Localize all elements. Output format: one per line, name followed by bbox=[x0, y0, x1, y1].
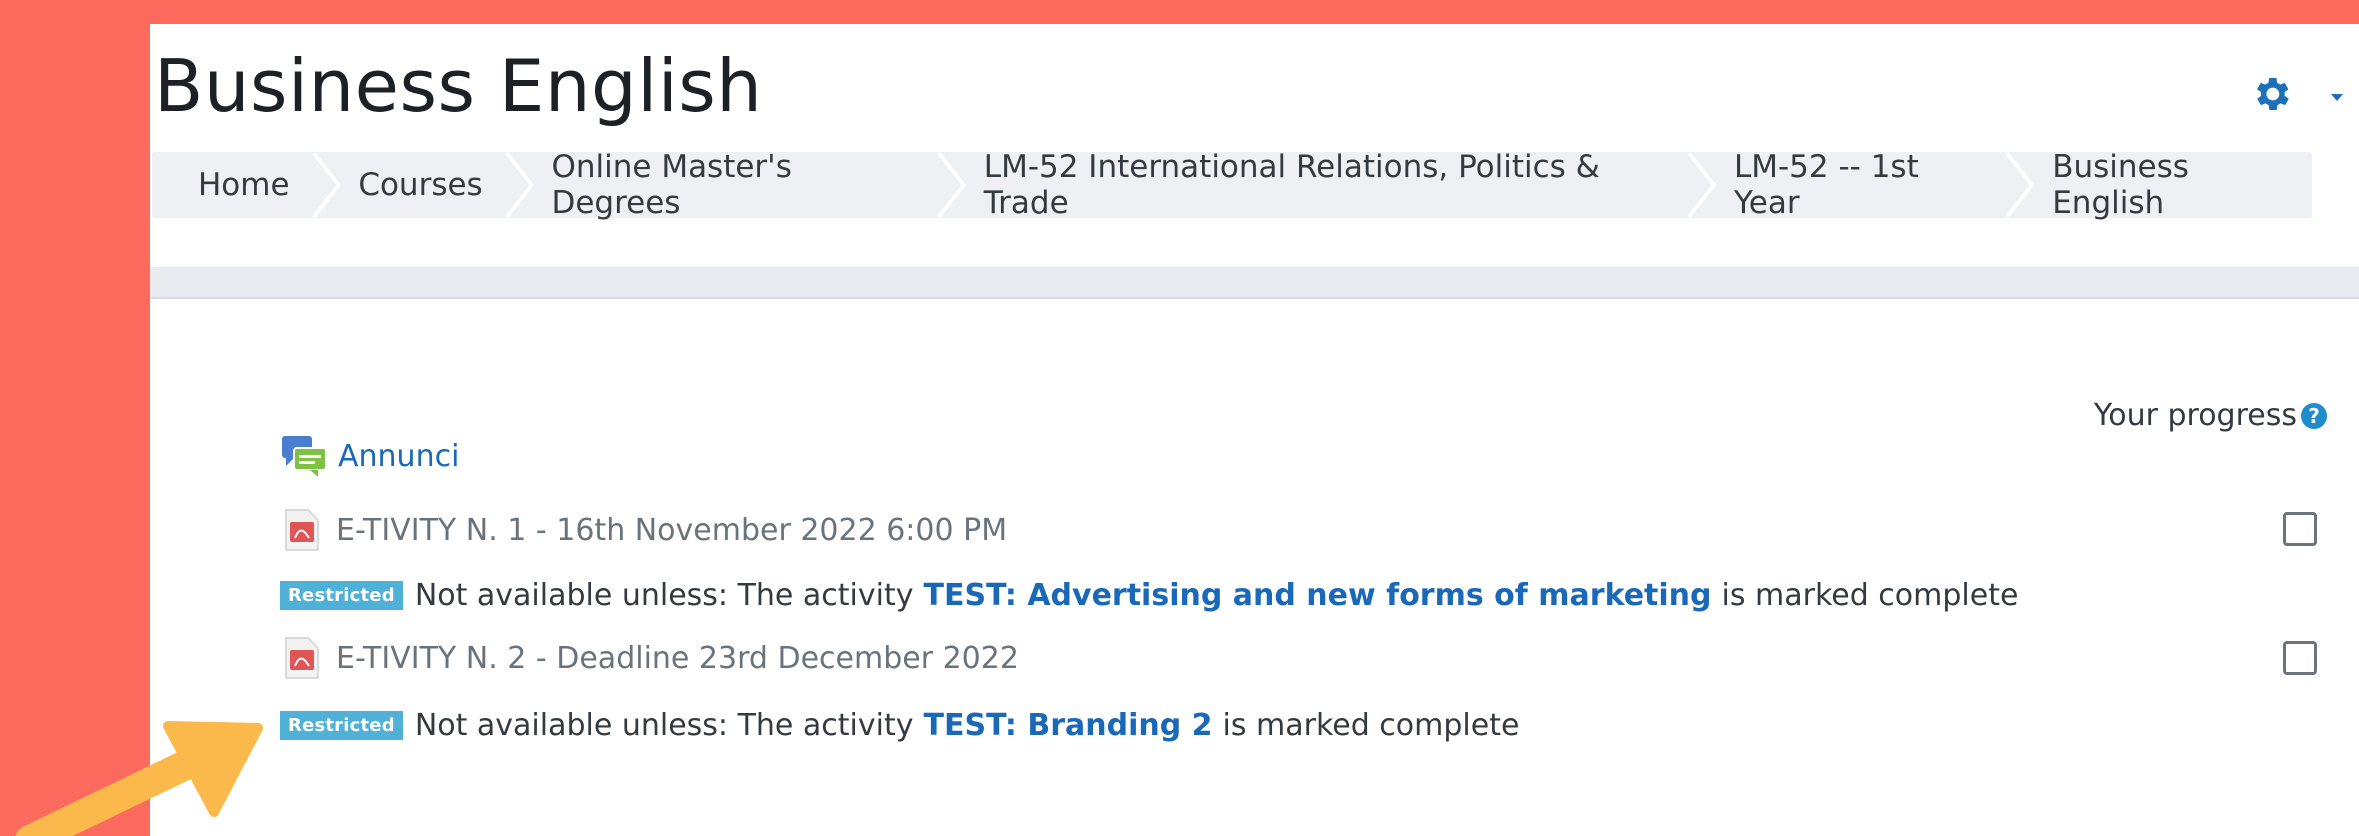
activity-label[interactable]: Annunci bbox=[338, 439, 459, 474]
activity-label[interactable]: E-TIVITY N. 1 - 16th November 2022 6:00 … bbox=[336, 513, 1007, 548]
restriction-activity-link[interactable]: TEST: Branding 2 bbox=[924, 708, 1213, 743]
restriction-note: Restricted Not available unless: The act… bbox=[280, 578, 2018, 613]
restriction-suffix: is marked complete bbox=[1721, 578, 2019, 613]
breadcrumb-separator bbox=[311, 152, 341, 218]
restriction-prefix: Not available unless: The activity bbox=[414, 708, 914, 743]
breadcrumb-item-lm52-year[interactable]: LM-52 -- 1st Year bbox=[1734, 149, 1995, 221]
activity-etivity-2[interactable]: E-TIVITY N. 2 - Deadline 23rd December 2… bbox=[280, 636, 1019, 680]
breadcrumb-item-home[interactable]: Home bbox=[152, 152, 302, 218]
breadcrumb-item-current-course[interactable]: Business English bbox=[2052, 149, 2312, 221]
progress-header: Your progress ? bbox=[2094, 398, 2327, 433]
completion-checkbox[interactable] bbox=[2283, 641, 2317, 675]
chevron-down-icon[interactable] bbox=[2331, 94, 2343, 101]
breadcrumb-item-lm52-program[interactable]: LM-52 International Relations, Politics … bbox=[984, 149, 1677, 221]
pdf-icon bbox=[285, 509, 319, 551]
breadcrumb-item-courses[interactable]: Courses bbox=[358, 152, 494, 218]
header-actions bbox=[2249, 52, 2359, 112]
activity-label[interactable]: E-TIVITY N. 2 - Deadline 23rd December 2… bbox=[336, 641, 1019, 676]
restriction-activity-link[interactable]: TEST: Advertising and new forms of marke… bbox=[924, 578, 1712, 613]
restricted-badge: Restricted bbox=[280, 581, 403, 610]
section-divider bbox=[150, 267, 2359, 299]
breadcrumb: Home Courses Online Master's Degrees LM-… bbox=[152, 149, 2312, 221]
progress-label: Your progress bbox=[2093, 398, 2297, 433]
activity-etivity-1[interactable]: E-TIVITY N. 1 - 16th November 2022 6:00 … bbox=[280, 508, 1007, 552]
help-icon[interactable]: ? bbox=[2301, 402, 2327, 429]
annotation-arrow-icon bbox=[15, 721, 263, 836]
page-title: Business English bbox=[154, 44, 763, 128]
restriction-prefix: Not available unless: The activity bbox=[414, 578, 914, 613]
restriction-suffix: is marked complete bbox=[1222, 708, 1520, 743]
gear-icon[interactable] bbox=[2249, 72, 2293, 116]
course-panel: Business English Home Courses Online Mas… bbox=[150, 24, 2359, 836]
restriction-note: Restricted Not available unless: The act… bbox=[280, 708, 1519, 743]
completion-checkbox[interactable] bbox=[2283, 512, 2317, 546]
breadcrumb-separator bbox=[937, 152, 966, 218]
breadcrumb-separator bbox=[1687, 152, 1716, 218]
breadcrumb-separator bbox=[505, 152, 534, 218]
breadcrumb-separator bbox=[2005, 152, 2035, 218]
restricted-badge: Restricted bbox=[280, 711, 403, 740]
breadcrumb-item-online-masters[interactable]: Online Master's Degrees bbox=[551, 149, 927, 221]
activity-announcements[interactable]: Annunci bbox=[280, 434, 459, 478]
forum-icon bbox=[282, 436, 327, 477]
pdf-icon bbox=[285, 637, 319, 679]
